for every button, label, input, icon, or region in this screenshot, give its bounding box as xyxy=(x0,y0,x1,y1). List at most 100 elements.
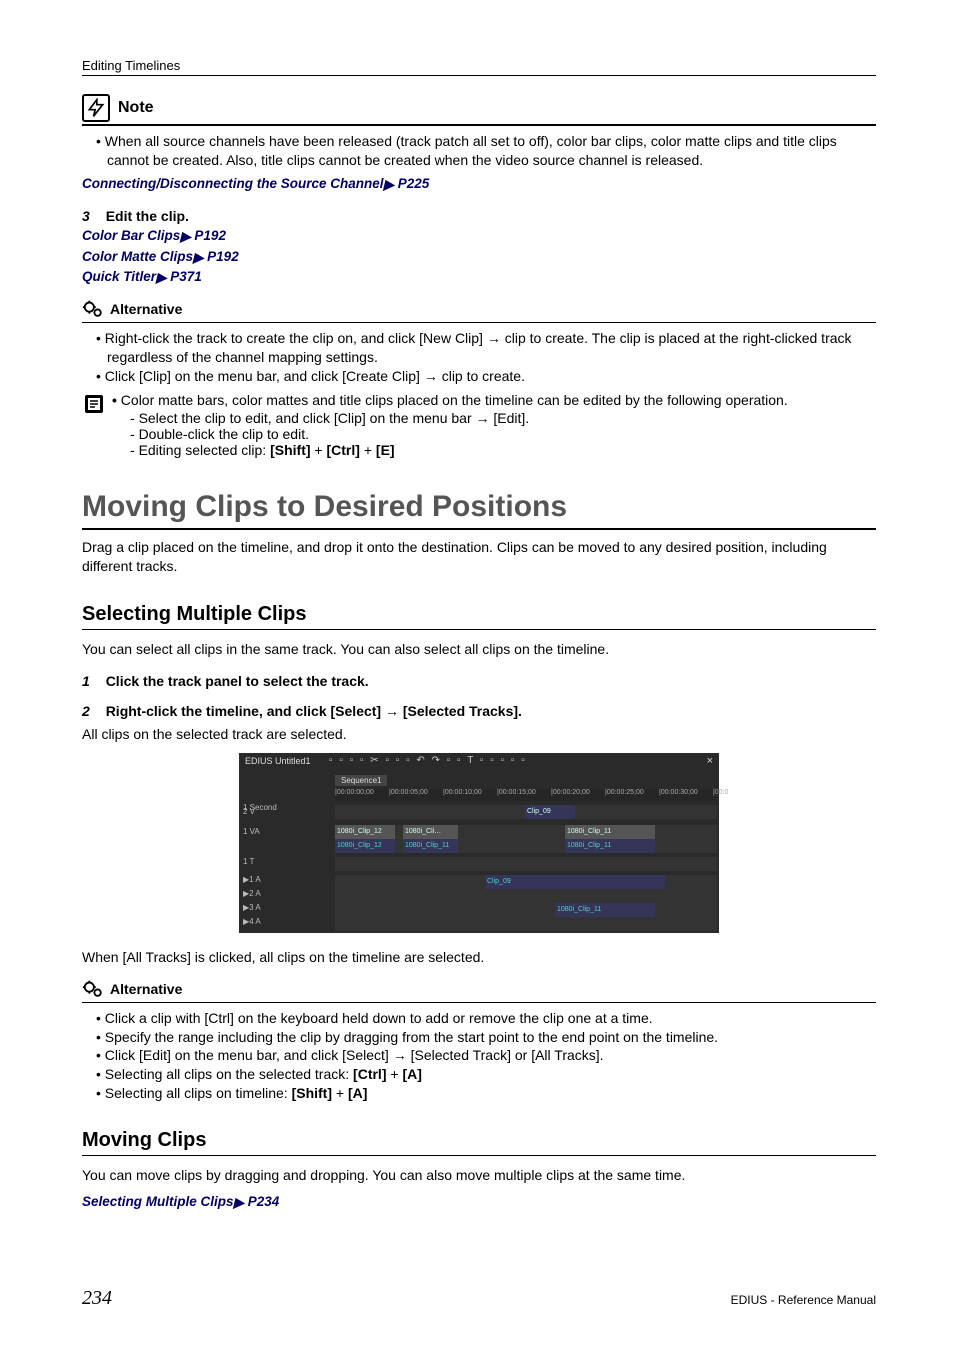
ss-sequence-tab: Sequence1 xyxy=(335,775,387,786)
alternative-list-2: Click a clip with [Ctrl] on the keyboard… xyxy=(82,1009,876,1103)
list-item: Click a clip with [Ctrl] on the keyboard… xyxy=(96,1009,876,1028)
timeline-clip: 1080i_Clip_11 xyxy=(555,903,655,917)
timeline-screenshot: EDIUS Untitled1 × ▫ ▫ ▫ ▫ ✂ ▫ ▫ ▫ ↶ ↷ ▫ … xyxy=(239,753,719,933)
xref-page: P234 xyxy=(248,1194,280,1209)
xref-label: Color Bar Clips xyxy=(82,228,180,243)
xref-page: P225 xyxy=(398,176,430,191)
ss-track-panel: 1 Second2 V1 VA1 T▶1 A▶2 A▶3 A▶4 A xyxy=(239,803,335,933)
lightning-icon xyxy=(82,94,110,122)
arrow-icon: ▶ xyxy=(180,227,190,247)
track-label: 1 T xyxy=(243,857,331,866)
note-label: Note xyxy=(118,99,154,117)
xref-label: Quick Titler xyxy=(82,269,156,284)
alternative-bar: Alternative xyxy=(82,298,876,323)
info-dash-list: Select the clip to edit, and click [Clip… xyxy=(130,410,876,458)
ruler-tick: |00:00:25;00 xyxy=(605,789,644,796)
step-number: 3 xyxy=(82,208,90,224)
gears-icon xyxy=(82,978,104,1000)
track-label: 1 VA xyxy=(243,827,331,836)
timeline-clip: Clip_09 xyxy=(525,805,575,819)
footer-title: EDIUS - Reference Manual xyxy=(731,1293,876,1307)
step3-xref[interactable]: Color Bar Clips▶ P192 xyxy=(82,226,876,247)
ss-track-2a xyxy=(335,889,717,903)
running-header: Editing Timelines xyxy=(82,58,876,76)
xref-label: Connecting/Disconnecting the Source Chan… xyxy=(82,176,384,191)
ruler-tick: |00:00:15;00 xyxy=(497,789,536,796)
dash-item: Double-click the clip to edit. xyxy=(130,426,876,442)
after-screenshot-para: When [All Tracks] is clicked, all clips … xyxy=(82,948,876,968)
ss-track-2v: Clip_09 xyxy=(335,805,717,819)
timeline-clip: 1080i_Clip_11 xyxy=(565,825,655,839)
timeline-clip: 1080i_Clip_12 xyxy=(335,825,395,839)
info-top: Color matte bars, color mattes and title… xyxy=(112,392,876,408)
ruler-tick: |00:00:00;00 xyxy=(335,789,374,796)
step-number: 1 xyxy=(82,673,90,689)
page-footer: 234 EDIUS - Reference Manual xyxy=(82,1287,876,1310)
note-xref[interactable]: Connecting/Disconnecting the Source Chan… xyxy=(82,174,876,195)
heading-1: Moving Clips to Desired Positions xyxy=(82,490,876,530)
ss-track-3a: 1080i_Clip_11 xyxy=(335,903,717,917)
ss-track-1a: Clip_09 xyxy=(335,875,717,889)
gears-icon xyxy=(82,298,104,320)
h1-paragraph: Drag a clip placed on the timeline, and … xyxy=(82,538,876,577)
dash-item: Editing selected clip: [Shift] + [Ctrl] … xyxy=(130,442,876,458)
list-item: Click [Edit] on the menu bar, and click … xyxy=(96,1046,876,1065)
info-block: Color matte bars, color mattes and title… xyxy=(82,392,876,460)
ruler-tick: |00:0 xyxy=(713,789,728,796)
arrow-icon: ▶ xyxy=(193,248,203,268)
list-item: Selecting all clips on the selected trac… xyxy=(96,1065,876,1084)
alternative-list: Right-click the track to create the clip… xyxy=(82,329,876,386)
ss-window-title: EDIUS Untitled1 xyxy=(245,756,311,766)
page-number: 234 xyxy=(82,1287,112,1310)
heading-selecting-multiple: Selecting Multiple Clips xyxy=(82,603,876,630)
xref-label: Color Matte Clips xyxy=(82,249,193,264)
track-label: ▶1 A xyxy=(243,875,331,884)
ruler-tick: |00:00:10;00 xyxy=(443,789,482,796)
h2a-paragraph: You can select all clips in the same tra… xyxy=(82,640,876,660)
h2b-xref[interactable]: Selecting Multiple Clips▶ P234 xyxy=(82,1192,876,1213)
note-bullets: When all source channels have been relea… xyxy=(82,132,876,170)
track-label: ▶3 A xyxy=(243,903,331,912)
arrow-icon: ▶ xyxy=(156,268,166,288)
notepad-icon xyxy=(82,392,106,414)
ruler-tick: |00:00:30;00 xyxy=(659,789,698,796)
step3-xref[interactable]: Color Matte Clips▶ P192 xyxy=(82,247,876,268)
ss-track-1t xyxy=(335,857,717,871)
step2-after: All clips on the selected track are sele… xyxy=(82,725,876,745)
step-2: 2 Right-click the timeline, and click [S… xyxy=(82,703,876,719)
arrow-icon: ▶ xyxy=(234,1193,244,1213)
list-item: Click [Clip] on the menu bar, and click … xyxy=(96,367,876,386)
alternative-label: Alternative xyxy=(110,981,182,997)
list-item: Right-click the track to create the clip… xyxy=(96,329,876,367)
dash-item: Select the clip to edit, and click [Clip… xyxy=(130,410,876,426)
timeline-clip: 1080i_Clip_11 xyxy=(403,839,458,853)
ss-toolbar: ▫ ▫ ▫ ▫ ✂ ▫ ▫ ▫ ↶ ↷ ▫ ▫ T ▫ ▫ ▫ ▫ ▫ xyxy=(329,755,699,771)
xref-page: P192 xyxy=(207,249,239,264)
ss-ruler: |00:00:00;00|00:00:05;00|00:00:10;00|00:… xyxy=(335,789,717,801)
alternative-bar-2: Alternative xyxy=(82,978,876,1003)
ss-track-1va-top: 1080i_Clip_12 1080i_Cli… 1080i_Clip_11 xyxy=(335,825,717,839)
close-icon: × xyxy=(707,755,713,767)
list-item: Specify the range including the clip by … xyxy=(96,1028,876,1047)
step-number: 2 xyxy=(82,703,90,719)
track-label: ▶2 A xyxy=(243,889,331,898)
timeline-clip: 1080i_Cli… xyxy=(403,825,458,839)
timeline-clip: 1080i_Clip_11 xyxy=(565,839,655,853)
xref-label: Selecting Multiple Clips xyxy=(82,1194,234,1209)
xref-page: P371 xyxy=(170,269,202,284)
ss-track-4a xyxy=(335,917,717,931)
h2b-paragraph: You can move clips by dragging and dropp… xyxy=(82,1166,876,1186)
arrow-icon: ▶ xyxy=(384,175,394,195)
step-text: Right-click the timeline, and click [Sel… xyxy=(106,703,522,719)
step-1: 1 Click the track panel to select the tr… xyxy=(82,673,876,689)
timeline-clip: 1080i_Clip_12 xyxy=(335,839,395,853)
xref-page: P192 xyxy=(194,228,226,243)
track-label: ▶4 A xyxy=(243,917,331,926)
track-label: 2 V xyxy=(243,807,331,816)
step3-xref[interactable]: Quick Titler▶ P371 xyxy=(82,267,876,288)
timeline-clip: Clip_09 xyxy=(485,875,665,889)
alternative-label: Alternative xyxy=(110,301,182,317)
note-bullet: When all source channels have been relea… xyxy=(96,132,876,170)
list-item: Selecting all clips on timeline: [Shift]… xyxy=(96,1084,876,1103)
step-3: 3 Edit the clip. xyxy=(82,208,876,224)
